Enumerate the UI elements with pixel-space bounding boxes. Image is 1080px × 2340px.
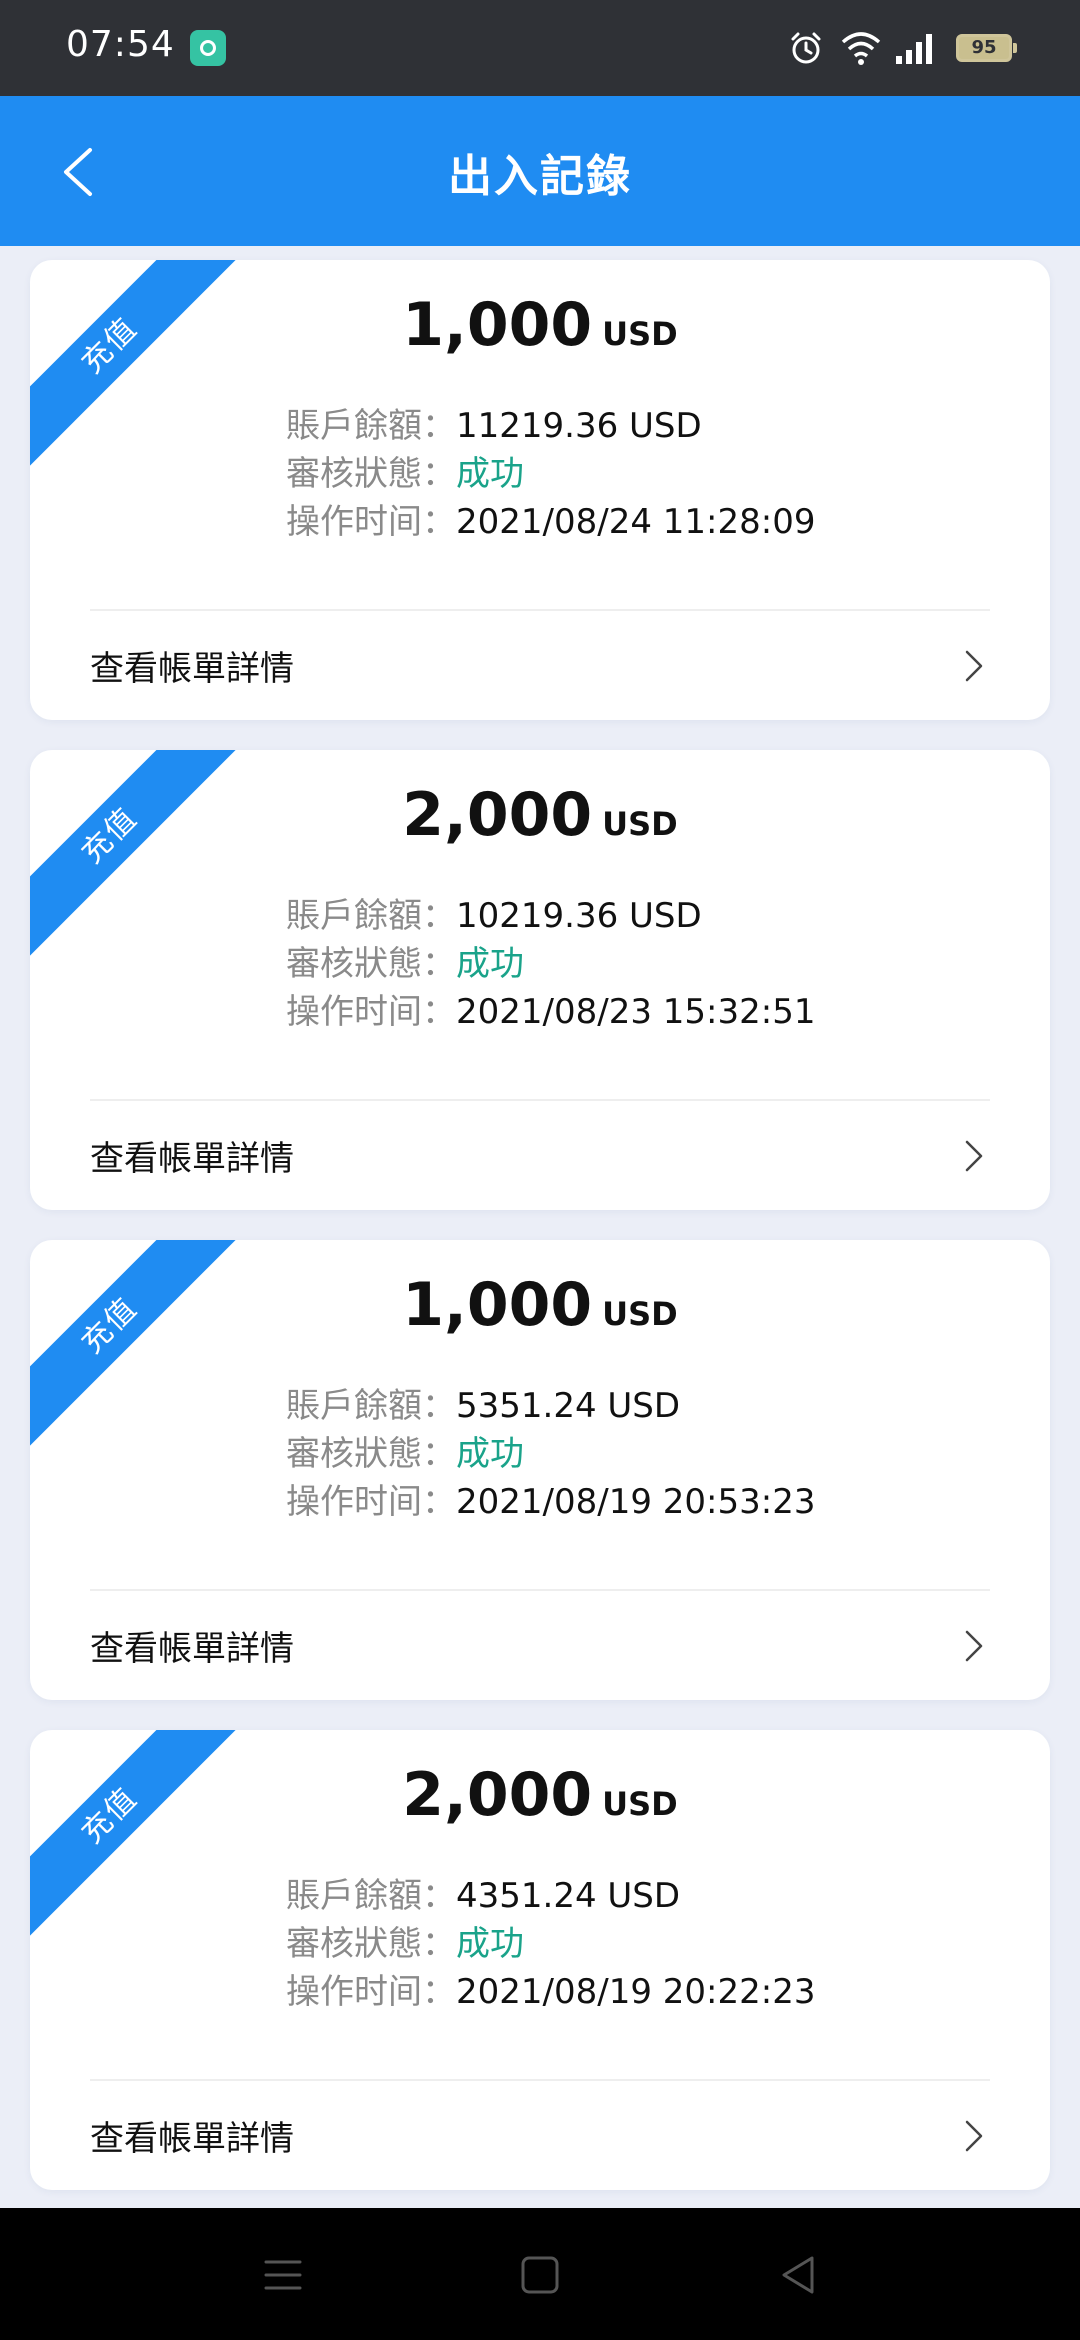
time-label: 操作时间：: [286, 992, 456, 1032]
status-label: 審核狀態：: [286, 1924, 456, 1964]
amount-currency: USD: [602, 1785, 678, 1823]
page-title: 出入記錄: [448, 151, 632, 202]
battery-indicator: 95: [956, 34, 1017, 62]
status-value: 成功: [456, 454, 524, 494]
record-card: 充值 2,000 USD 賬戶餘額：4351.24 USD 審核狀態：成功 操作时…: [30, 1730, 1050, 2190]
chevron-right-icon: [965, 1630, 983, 1662]
chevron-right-icon: [965, 650, 983, 682]
menu-icon[interactable]: [256, 2248, 310, 2302]
view-bill-details-link[interactable]: 查看帳單詳情: [30, 611, 1050, 720]
status-label: 審核狀態：: [286, 944, 456, 984]
time-value: 2021/08/19 20:53:23: [456, 1482, 816, 1522]
status-time: 07:54: [66, 24, 175, 65]
amount-line: 1,000 USD: [30, 290, 1050, 360]
balance-value: 4351.24 USD: [456, 1876, 681, 1916]
time-row: 操作时间：2021/08/24 11:28:09: [286, 498, 815, 546]
balance-label: 賬戶餘額：: [286, 406, 456, 446]
detail-label: 查看帳單詳情: [90, 649, 294, 689]
time-label: 操作时间：: [286, 1972, 456, 2012]
balance-row: 賬戶餘額：10219.36 USD: [286, 892, 702, 940]
time-value: 2021/08/23 15:32:51: [456, 992, 816, 1032]
app-header: 出入記錄: [0, 96, 1080, 246]
balance-value: 11219.36 USD: [456, 406, 702, 446]
status-row: 審核狀態：成功: [286, 940, 524, 988]
amount-line: 2,000 USD: [30, 1760, 1050, 1830]
detail-label: 查看帳單詳情: [90, 2119, 294, 2159]
status-bar: 07:54 95: [0, 0, 1080, 96]
alarm-icon: [791, 32, 821, 64]
status-label: 審核狀態：: [286, 1434, 456, 1474]
time-row: 操作时间：2021/08/19 20:22:23: [286, 1968, 815, 2016]
status-row: 審核狀態：成功: [286, 1920, 524, 1968]
view-bill-details-link[interactable]: 查看帳單詳情: [30, 1591, 1050, 1700]
view-bill-details-link[interactable]: 查看帳單詳情: [30, 2081, 1050, 2190]
time-row: 操作时间：2021/08/23 15:32:51: [286, 988, 815, 1036]
record-card: 充值 1,000 USD 賬戶餘額：5351.24 USD 審核狀態：成功 操作时…: [30, 1240, 1050, 1700]
amount-line: 1,000 USD: [30, 1270, 1050, 1340]
wifi-icon: [841, 32, 881, 65]
chevron-right-icon: [965, 2120, 983, 2152]
time-label: 操作时间：: [286, 502, 456, 542]
status-value: 成功: [456, 1434, 524, 1474]
balance-row: 賬戶餘額：4351.24 USD: [286, 1872, 680, 1920]
amount-value: 1,000: [402, 1270, 593, 1340]
balance-value: 5351.24 USD: [456, 1386, 681, 1426]
status-row: 審核狀態：成功: [286, 450, 524, 498]
signal-icon: [896, 34, 932, 64]
amount-value: 2,000: [402, 1760, 593, 1830]
time-row: 操作时间：2021/08/19 20:53:23: [286, 1478, 815, 1526]
record-card: 充值 1,000 USD 賬戶餘額：11219.36 USD 審核狀態：成功 操作…: [30, 260, 1050, 720]
back-nav-icon[interactable]: [772, 2248, 826, 2302]
home-icon[interactable]: [513, 2248, 567, 2302]
amount-currency: USD: [602, 1295, 678, 1333]
balance-row: 賬戶餘額：11219.36 USD: [286, 402, 702, 450]
status-value: 成功: [456, 944, 524, 984]
status-label: 審核狀態：: [286, 454, 456, 494]
status-row: 審核狀態：成功: [286, 1430, 524, 1478]
record-card: 充值 2,000 USD 賬戶餘額：10219.36 USD 審核狀態：成功 操作…: [30, 750, 1050, 1210]
time-value: 2021/08/19 20:22:23: [456, 1972, 816, 2012]
system-nav-bar: [0, 2208, 1080, 2340]
time-label: 操作时间：: [286, 1482, 456, 1522]
app-notification-icon: [190, 30, 226, 66]
detail-label: 查看帳單詳情: [90, 1629, 294, 1669]
balance-label: 賬戶餘額：: [286, 1876, 456, 1916]
balance-row: 賬戶餘額：5351.24 USD: [286, 1382, 680, 1430]
chevron-right-icon: [965, 1140, 983, 1172]
amount-line: 2,000 USD: [30, 780, 1050, 850]
amount-value: 1,000: [402, 290, 593, 360]
balance-label: 賬戶餘額：: [286, 896, 456, 936]
balance-value: 10219.36 USD: [456, 896, 702, 936]
amount-currency: USD: [602, 805, 678, 843]
detail-label: 查看帳單詳情: [90, 1139, 294, 1179]
status-value: 成功: [456, 1924, 524, 1964]
balance-label: 賬戶餘額：: [286, 1386, 456, 1426]
time-value: 2021/08/24 11:28:09: [456, 502, 816, 542]
amount-value: 2,000: [402, 780, 593, 850]
amount-currency: USD: [602, 315, 678, 353]
view-bill-details-link[interactable]: 查看帳單詳情: [30, 1101, 1050, 1210]
